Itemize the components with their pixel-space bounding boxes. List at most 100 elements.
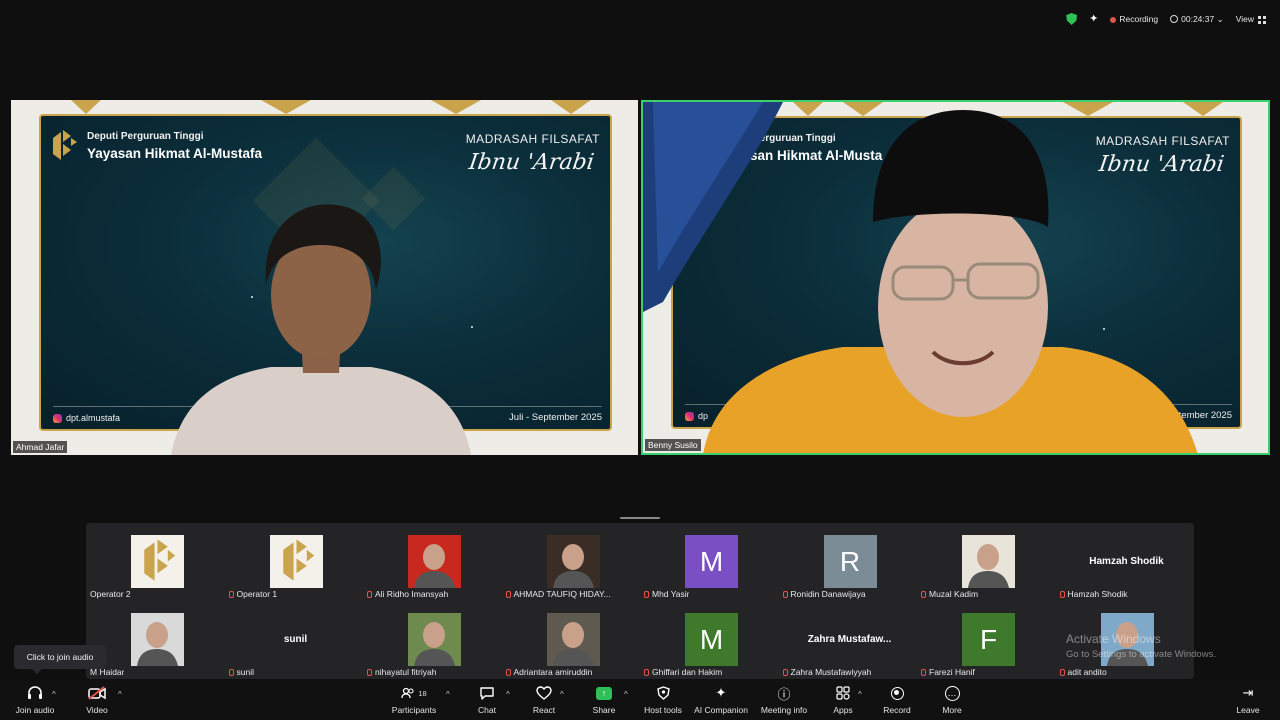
participant-thumbnail[interactable]: Operator 1 [227, 523, 365, 599]
react-label: React [532, 705, 556, 715]
avatar [546, 535, 600, 588]
audio-options-caret-icon[interactable]: ^ [52, 690, 56, 699]
share-caret-icon[interactable]: ^ [624, 690, 628, 699]
leave-button[interactable]: ⇥ Leave [1234, 684, 1262, 718]
avatar: F [962, 613, 1015, 666]
participant-name-label: Operator 1 [228, 589, 278, 599]
participant-thumbnail[interactable]: M Mhd Yasir [642, 523, 780, 599]
video-tile-active-speaker[interactable]: Perguruan Tinggi yasan Hikmat Al-Musta M… [641, 100, 1270, 455]
chat-button[interactable]: Chat [472, 684, 502, 718]
participant-name-label: nihayatul fitriyah [367, 667, 436, 677]
host-tools-button[interactable]: Host tools [640, 684, 686, 718]
zoom-meeting-window: ✦ Recording 00:24:37 ⌄ View Deputi Pergu… [0, 0, 1280, 720]
video-off-icon [88, 684, 106, 702]
mic-muted-icon [644, 669, 649, 677]
participant-video-person [643, 102, 1198, 453]
leave-icon: ⇥ [1242, 685, 1254, 700]
avatar-initial: M [699, 545, 724, 577]
record-button[interactable]: Record [880, 684, 914, 718]
timer-value: 00:24:37 [1181, 13, 1215, 24]
participant-name-label: Mhd Yasir [644, 589, 689, 599]
participant-name-tag: Benny Susilo [645, 439, 701, 451]
start-video-button[interactable]: Video [80, 684, 114, 718]
yayasan-logo-icon [131, 535, 184, 588]
participant-name: AHMAD TAUFIQ HIDAY... [513, 589, 611, 599]
participants-button[interactable]: 18 Participants [390, 684, 438, 718]
participant-name: Ali Ridho Imansyah [375, 589, 449, 599]
mic-muted-icon [228, 591, 234, 599]
participant-name-label: adit andito [1059, 667, 1107, 677]
apps-button[interactable]: Apps [830, 684, 856, 718]
recording-indicator[interactable]: Recording [1110, 14, 1158, 24]
mic-muted-icon [644, 591, 649, 599]
participant-thumbnail[interactable]: nihayatul fitriyah [365, 601, 503, 677]
avatar-initial: M [699, 623, 724, 655]
participant-name-tag: Ahmad Jafar [13, 441, 68, 453]
encryption-shield-icon[interactable] [1066, 13, 1078, 25]
info-icon: ⓘ [777, 686, 791, 702]
video-tile-speaker-1[interactable]: Deputi Perguruan Tinggi Yayasan Hikmat A… [11, 100, 638, 455]
participant-thumbnail[interactable]: AHMAD TAUFIQ HIDAY... [504, 523, 642, 599]
instagram-icon [53, 414, 62, 423]
avatar-initial: F [979, 623, 998, 655]
participant-thumbnail[interactable]: Zahra Mustafaw... Zahra Mustafawiyyah [781, 601, 919, 677]
chat-icon [479, 684, 495, 702]
share-screen-button[interactable]: ↑ Share [588, 684, 620, 718]
mic-muted-icon [921, 591, 926, 599]
avatar: M [685, 613, 738, 666]
avatar: R [823, 535, 877, 588]
mic-muted-icon [505, 669, 511, 677]
ai-companion-icon[interactable]: ✦ [1089, 13, 1098, 25]
participant-name-label: Farezi Hanif [921, 667, 975, 677]
meeting-timer[interactable]: 00:24:37 ⌄ [1170, 14, 1224, 25]
participant-thumbnail[interactable]: F Farezi Hanif [919, 601, 1057, 677]
yayasan-logo-icon [53, 130, 77, 160]
participant-name: sunil [236, 667, 254, 677]
participant-name: Adriantara amiruddin [513, 667, 593, 677]
record-icon [890, 686, 904, 700]
participant-thumbnail[interactable]: Operator 2 [88, 523, 226, 599]
mic-muted-icon [1059, 669, 1065, 677]
participant-name-label: Ali Ridho Imansyah [367, 589, 448, 599]
react-caret-icon[interactable]: ^ [560, 690, 564, 699]
gallery-resize-handle[interactable] [620, 517, 660, 519]
participant-thumbnail[interactable]: M Haidar [88, 601, 226, 677]
react-button[interactable]: React [528, 684, 560, 718]
mic-muted-icon [921, 669, 926, 677]
participant-video-person [171, 204, 471, 455]
share-label: Share [592, 705, 616, 715]
participants-label: Participants [391, 705, 437, 715]
banner-yayasan-text: Yayasan Hikmat Al-Mustafa [87, 146, 263, 161]
host-tools-label: Host tools [644, 705, 682, 715]
participant-display-name: sunil [283, 634, 308, 645]
chat-label: Chat [478, 705, 496, 715]
participant-name: Operator 1 [236, 589, 278, 599]
meeting-info-button[interactable]: ⓘ Meeting info [758, 684, 810, 718]
participant-thumbnail[interactable]: Muzal Kadim [919, 523, 1057, 599]
mic-muted-icon [1059, 591, 1065, 599]
participant-thumbnail[interactable]: Ali Ridho Imansyah [365, 523, 503, 599]
view-button[interactable]: View [1236, 14, 1266, 24]
top-status-bar: ✦ Recording 00:24:37 ⌄ View [1066, 10, 1266, 28]
apps-label: Apps [833, 705, 853, 715]
participant-thumbnail[interactable]: Adriantara amiruddin [504, 601, 642, 677]
participant-display-name: Hamzah Shodik [1089, 556, 1164, 567]
join-audio-button[interactable]: Join audio [14, 684, 56, 718]
more-button[interactable]: … More [938, 684, 966, 718]
activate-windows-subtext: Go to Settings to activate Windows. [1066, 649, 1216, 660]
recording-label: Recording [1119, 14, 1159, 24]
participant-thumbnail[interactable]: R Ronidin Danawijaya [781, 523, 919, 599]
participant-name: Ghiffari dan Hakim [652, 667, 723, 677]
participants-caret-icon[interactable]: ^ [446, 690, 450, 699]
video-options-caret-icon[interactable]: ^ [118, 690, 122, 699]
heart-icon [536, 684, 552, 702]
activate-windows-watermark: Activate Windows [1066, 632, 1161, 646]
participant-thumbnail[interactable]: M Ghiffari dan Hakim [642, 601, 780, 677]
apps-caret-icon[interactable]: ^ [858, 690, 862, 699]
ai-companion-button[interactable]: ✦ AI Companion [692, 684, 750, 718]
participant-thumbnail[interactable]: sunil sunil [227, 601, 365, 677]
participants-count: 18 [418, 688, 427, 698]
avatar-initial: R [839, 545, 861, 577]
participant-thumbnail[interactable]: Hamzah Shodik Hamzah Shodik [1058, 523, 1196, 599]
chat-caret-icon[interactable]: ^ [506, 690, 510, 699]
